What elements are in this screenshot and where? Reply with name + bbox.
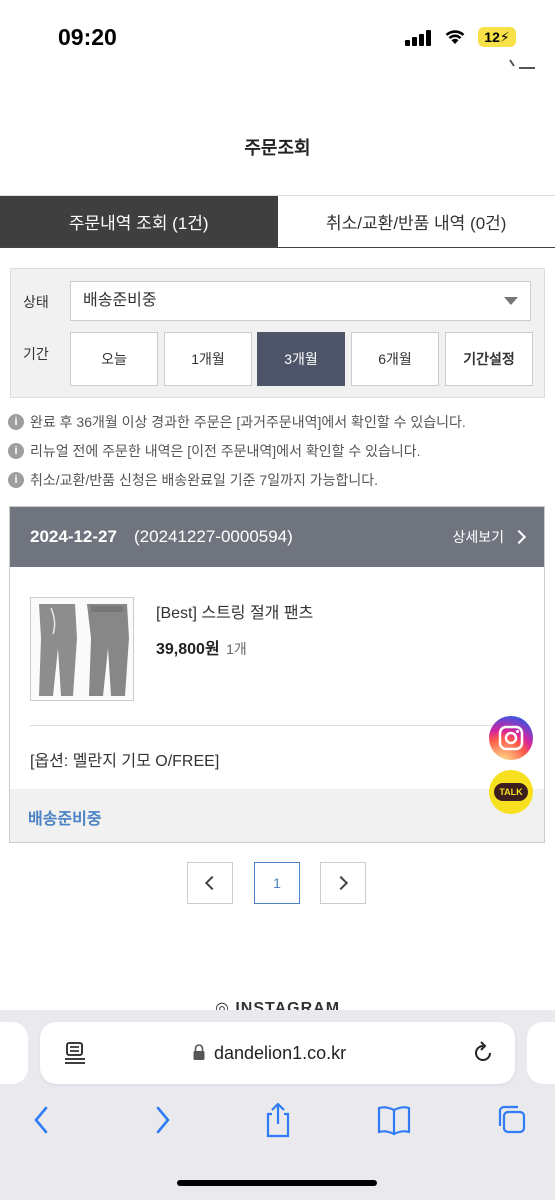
kakaotalk-floating-button[interactable]: TALK — [489, 770, 533, 814]
prev-page-button[interactable] — [187, 862, 233, 904]
instagram-icon — [498, 725, 524, 751]
previous-tab-pill[interactable] — [0, 1022, 28, 1084]
notice-previous-orders: i 리뉴얼 전에 주문한 내역은 [이전 주문내역]에서 확인할 수 있습니다. — [8, 441, 421, 461]
back-icon[interactable] — [28, 1102, 56, 1138]
lock-icon — [193, 1044, 205, 1060]
product-name[interactable]: [Best] 스트링 절개 팬츠 — [156, 599, 313, 623]
product-price-row: 39,800원 1개 — [156, 635, 247, 659]
tab-order-history[interactable]: 주문내역 조회 (1건) — [0, 196, 278, 247]
notice-text: 취소/교환/반품 신청은 배송완료일 기준 7일까지 가능합니다. — [30, 472, 379, 488]
chevron-right-icon — [511, 529, 527, 545]
order-card: 2024-12-27 (20241227-0000594) 상세보기 [Best… — [9, 506, 545, 843]
info-icon: i — [8, 443, 24, 459]
order-header: 2024-12-27 (20241227-0000594) 상세보기 — [10, 507, 544, 567]
battery-icon: 12⚡ — [478, 27, 516, 47]
product-price: 39,800원 — [156, 641, 220, 658]
product-quantity: 1개 — [226, 641, 247, 657]
wifi-icon — [445, 30, 465, 44]
bookmarks-icon[interactable] — [376, 1102, 412, 1138]
chevron-left-icon — [204, 875, 220, 891]
product-option: [옵션: 멜란지 기모 O/FREE] — [30, 753, 220, 770]
talk-icon: TALK — [494, 783, 528, 801]
period-custom-button[interactable]: 기간설정 — [445, 332, 533, 386]
order-detail-link[interactable]: 상세보기 — [452, 527, 527, 547]
status-bar: 09:20 12⚡ — [0, 0, 555, 70]
period-3months-button[interactable]: 3개월 — [257, 332, 345, 386]
notice-text: 리뉴얼 전에 주문한 내역은 [이전 주문내역]에서 확인할 수 있습니다. — [30, 443, 421, 459]
signal-icon — [405, 30, 433, 46]
reader-mode-icon[interactable] — [64, 1041, 86, 1065]
address-bar[interactable]: dandelion1.co.kr — [40, 1022, 515, 1084]
browser-toolbar: dandelion1.co.kr — [0, 1010, 555, 1200]
info-icon: i — [8, 472, 24, 488]
url-text: dandelion1.co.kr — [214, 1043, 347, 1063]
card-divider — [30, 725, 526, 726]
period-6months-button[interactable]: 6개월 — [351, 332, 439, 386]
order-number: (20241227-0000594) — [134, 527, 293, 546]
menu-icon[interactable] — [505, 58, 535, 74]
reload-icon[interactable] — [470, 1040, 496, 1066]
page-number-button[interactable]: 1 — [254, 862, 300, 904]
detail-link-label: 상세보기 — [452, 529, 504, 545]
period-filter-label: 기간 — [23, 346, 49, 362]
tabs-icon[interactable] — [494, 1102, 528, 1138]
order-status: 배송준비중 — [28, 811, 102, 828]
next-tab-pill[interactable] — [527, 1022, 555, 1084]
notice-return-policy: i 취소/교환/반품 신청은 배송완료일 기준 7일까지 가능합니다. — [8, 470, 378, 490]
period-1month-button[interactable]: 1개월 — [164, 332, 252, 386]
product-thumbnail[interactable] — [30, 597, 134, 701]
battery-level: 12 — [484, 29, 500, 45]
chevron-down-icon — [504, 297, 518, 305]
forward-icon[interactable] — [148, 1102, 176, 1138]
next-page-button[interactable] — [320, 862, 366, 904]
home-indicator — [177, 1180, 377, 1186]
status-time: 09:20 — [58, 24, 117, 50]
share-icon[interactable] — [262, 1102, 294, 1138]
order-date: 2024-12-27 — [30, 527, 117, 546]
order-status-bar: 배송준비중 — [10, 789, 544, 842]
status-filter-label: 상태 — [23, 294, 49, 310]
instagram-floating-button[interactable] — [489, 716, 533, 760]
period-today-button[interactable]: 오늘 — [70, 332, 158, 386]
notice-past-orders: i 완료 후 36개월 이상 경과한 주문은 [과거주문내역]에서 확인할 수 … — [8, 412, 466, 432]
notice-text: 완료 후 36개월 이상 경과한 주문은 [과거주문내역]에서 확인할 수 있습… — [30, 414, 466, 430]
page-title: 주문조회 — [244, 138, 311, 158]
tab-cancel-exchange-return[interactable]: 취소/교환/반품 내역 (0건) — [277, 196, 555, 247]
pants-image — [31, 598, 133, 700]
filter-box: 상태 배송준비중 기간 오늘 1개월 3개월 6개월 기간설정 — [10, 268, 545, 398]
status-select-value: 배송준비중 — [83, 292, 157, 309]
status-select[interactable]: 배송준비중 — [70, 281, 531, 321]
order-tabs: 주문내역 조회 (1건) 취소/교환/반품 내역 (0건) — [0, 195, 555, 248]
info-icon: i — [8, 414, 24, 430]
chevron-right-icon — [333, 875, 349, 891]
